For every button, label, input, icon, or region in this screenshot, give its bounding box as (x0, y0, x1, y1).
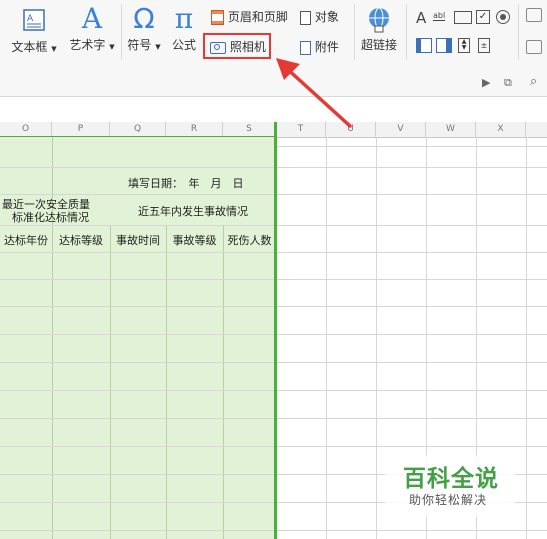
header-footer-icon (211, 10, 224, 25)
camera-highlight-box (203, 33, 271, 59)
column-label-accident-time: 事故时间 (116, 234, 160, 247)
listbox-control-icon[interactable] (416, 38, 432, 53)
column-header[interactable]: X (476, 122, 526, 137)
label-control-icon[interactable]: A (416, 9, 426, 27)
hyperlink-button[interactable]: 超链接 (356, 6, 402, 53)
quick-access-icon[interactable]: ⧉ (504, 76, 512, 90)
more-icon[interactable] (526, 8, 542, 22)
radio-control-icon[interactable] (496, 10, 510, 24)
wordart-icon: A (81, 2, 103, 35)
hyperlink-label: 超链接 (360, 38, 397, 52)
object-icon (300, 10, 311, 25)
svg-text:A: A (27, 14, 34, 24)
column-label-level: 达标等级 (59, 234, 103, 247)
spinner-control-icon[interactable]: ▲ ▼ (458, 38, 470, 53)
dropdown-caret-icon: ▼ (155, 43, 161, 51)
grid-line (526, 137, 527, 539)
checkbox-control-icon[interactable]: ✓ (476, 10, 490, 24)
grid-line (376, 137, 377, 539)
dropdown-caret-icon: ▼ (109, 43, 115, 51)
column-header[interactable]: V (376, 122, 426, 137)
attachment-button[interactable]: 附件 (300, 38, 346, 55)
column-header[interactable]: R (166, 122, 223, 137)
combobox-control-icon[interactable] (436, 38, 452, 53)
divider (354, 4, 355, 60)
grid-line (223, 225, 224, 539)
frame-control-icon[interactable] (454, 11, 472, 24)
watermark: 百科全说 助你轻松解决 (385, 455, 515, 517)
header-footer-label: 页眉和页脚 (227, 10, 288, 24)
omega-icon: Ω (133, 2, 155, 35)
divider (518, 4, 519, 60)
grid-line (277, 146, 547, 147)
formula-label: 公式 (171, 38, 196, 52)
object-button[interactable]: 对象 (300, 8, 346, 25)
symbol-label: 符号 (127, 38, 152, 52)
column-label-year: 达标年份 (4, 234, 48, 247)
object-label: 对象 (314, 10, 339, 24)
column-label-accident-level: 事故等级 (172, 234, 217, 247)
divider (406, 4, 407, 60)
header-footer-button[interactable]: 页眉和页脚 (211, 8, 295, 25)
grid-line (326, 137, 327, 539)
recent-safety-header-2: 标准化达标情况 (12, 211, 89, 224)
more-icon-2[interactable] (526, 40, 542, 54)
search-icon[interactable]: ⌕ (530, 74, 537, 89)
grid-line (110, 225, 111, 539)
column-header[interactable]: Q (110, 122, 166, 137)
textbox-button[interactable]: A 文本框 ▼ (8, 8, 60, 55)
column-label-casualties: 死伤人数 (227, 234, 272, 247)
column-header[interactable]: O (0, 122, 52, 137)
watermark-subtitle: 助你轻松解决 (409, 493, 488, 507)
macro-icon[interactable]: ▶ (482, 76, 490, 89)
wordart-button[interactable]: A 艺术字 ▼ (64, 4, 120, 53)
five-year-accident-header: 近五年内发生事故情况 (138, 205, 248, 218)
selection-border (0, 136, 277, 137)
textbox-icon: A (23, 9, 45, 31)
pi-icon: π (174, 2, 194, 35)
attachment-label: 附件 (314, 40, 339, 54)
red-arrow-icon (276, 58, 352, 128)
wordart-label: 艺术字 (69, 38, 106, 52)
symbol-button[interactable]: Ω 符号 ▼ (124, 4, 164, 53)
hyperlink-globe-icon (369, 7, 389, 33)
fill-date-label: 填写日期： 年 月 日 (128, 177, 244, 190)
formula-button[interactable]: π 公式 (168, 4, 200, 53)
grid-line (166, 225, 167, 539)
textbox-label: 文本框 (11, 40, 48, 54)
column-header[interactable]: W (426, 122, 476, 137)
watermark-title: 百科全说 (403, 466, 499, 492)
selection-border (274, 122, 277, 539)
attachment-icon (300, 40, 311, 55)
dropdown-caret-icon: ▼ (51, 45, 57, 53)
divider (121, 4, 122, 60)
column-header[interactable]: S (223, 122, 276, 137)
column-header[interactable]: P (52, 122, 110, 137)
scrollbar-control-icon[interactable]: ± (478, 38, 490, 53)
textbox-control-icon[interactable]: abl (433, 11, 446, 21)
